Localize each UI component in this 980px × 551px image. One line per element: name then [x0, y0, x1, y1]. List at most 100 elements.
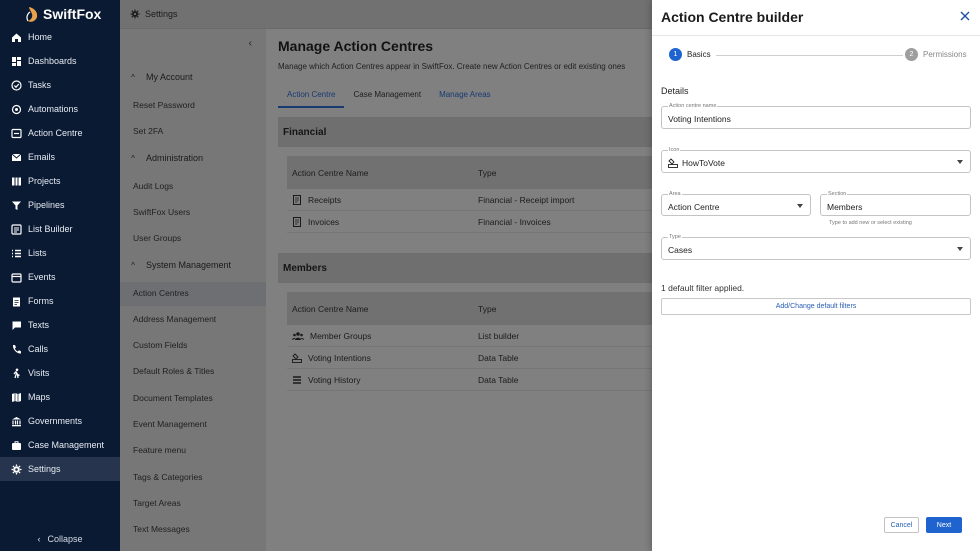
financial-table: Action Centre Name Type Receipts Financi…	[287, 156, 652, 233]
logo[interactable]: SwiftFox	[26, 4, 101, 24]
section-header-financial: Financial	[278, 117, 652, 147]
sidebar-item-label: Case Management	[28, 440, 105, 450]
map-icon	[11, 392, 22, 403]
add-change-filters-button[interactable]: Add/Change default filters	[661, 298, 971, 315]
collapse-button[interactable]: ‹ Collapse	[0, 534, 120, 544]
row-type: Financial - Invoices	[478, 216, 551, 227]
sidebar-item-pipelines[interactable]: Pipelines	[0, 193, 120, 217]
menu-item-action-centres[interactable]: Action Centres	[133, 288, 189, 298]
icon-select[interactable]: Icon HowToVote	[661, 147, 971, 173]
menu-item-user-groups[interactable]: User Groups	[133, 233, 181, 243]
menu-item-set-2fa[interactable]: Set 2FA	[133, 126, 163, 136]
section-input[interactable]: Section Members	[820, 191, 971, 216]
group-header-my-account[interactable]: ^ My Account	[120, 66, 266, 88]
automation-icon	[11, 104, 22, 115]
step-label: Basics	[687, 50, 711, 59]
group-header-system-management[interactable]: ^ System Management	[120, 254, 266, 276]
list-builder-icon	[11, 223, 22, 235]
sidebar-item-action-centre[interactable]: Action Centre	[0, 121, 120, 145]
table-row[interactable]: Member Groups List builder	[287, 325, 652, 347]
sidebar-item-lists[interactable]: Lists	[0, 241, 120, 265]
sidebar-item-maps[interactable]: Maps	[0, 385, 120, 409]
field-label: Action centre name	[668, 103, 718, 109]
home-icon	[11, 32, 22, 43]
caret-down-icon	[797, 204, 803, 208]
action-centre-icon	[11, 128, 22, 139]
action-centre-name-field[interactable]: Action centre name Voting Intentions	[661, 103, 971, 129]
bank-icon	[11, 416, 22, 427]
menu-item-target-areas[interactable]: Target Areas	[133, 498, 181, 508]
members-table: Action Centre Name Type Member Groups Li…	[287, 292, 652, 391]
next-button[interactable]: Next	[926, 517, 962, 533]
step-number: 2	[905, 48, 918, 61]
chevron-left-icon[interactable]: ‹	[249, 38, 252, 49]
menu-item-audit-logs[interactable]: Audit Logs	[133, 181, 173, 191]
field-value: Voting Intentions	[668, 114, 731, 124]
column-header-type[interactable]: Type	[478, 304, 648, 314]
close-icon[interactable]	[959, 10, 973, 24]
column-header-name[interactable]: Action Centre Name	[287, 304, 478, 314]
sidebar-item-case-management[interactable]: Case Management	[0, 433, 120, 457]
menu-item-reset-password[interactable]: Reset Password	[133, 100, 195, 110]
sidebar-item-label: Dashboards	[28, 56, 77, 66]
table-row[interactable]: Invoices Financial - Invoices	[287, 211, 652, 233]
sidebar-item-settings[interactable]: Settings	[0, 457, 120, 481]
sidebar-item-list-builder[interactable]: List Builder	[0, 217, 120, 241]
table-row[interactable]: Voting History Data Table	[287, 369, 652, 391]
group-header-administration[interactable]: ^ Administration	[120, 147, 266, 169]
sidebar-item-projects[interactable]: Projects	[0, 169, 120, 193]
field-value: Members	[827, 202, 863, 212]
column-header-name[interactable]: Action Centre Name	[287, 168, 478, 178]
sidebar-item-visits[interactable]: Visits	[0, 361, 120, 385]
cancel-button[interactable]: Cancel	[884, 517, 919, 533]
action-centre-builder-drawer: Action Centre builder 1 Basics 2 Permiss…	[652, 0, 980, 551]
sidebar-item-automations[interactable]: Automations	[0, 97, 120, 121]
step-basics[interactable]: 1 Basics	[669, 48, 711, 61]
mail-icon	[11, 152, 22, 163]
table-header: Action Centre Name Type	[287, 292, 652, 325]
type-select[interactable]: Type Cases	[661, 234, 971, 260]
menu-item-address-management[interactable]: Address Management	[133, 314, 216, 324]
table-row[interactable]: Voting Intentions Data Table	[287, 347, 652, 369]
sidebar-item-label: Projects	[28, 176, 61, 186]
sidebar-item-tasks[interactable]: Tasks	[0, 73, 120, 97]
sidebar-item-emails[interactable]: Emails	[0, 145, 120, 169]
stepper-connector	[716, 55, 903, 56]
tab-case-management[interactable]: Case Management	[344, 86, 430, 108]
row-type: Financial - Receipt import	[478, 194, 575, 205]
sidebar-item-calls[interactable]: Calls	[0, 337, 120, 361]
chevron-up-icon: ^	[131, 153, 135, 163]
sidebar-item-texts[interactable]: Texts	[0, 313, 120, 337]
menu-item-event-management[interactable]: Event Management	[133, 419, 207, 429]
caret-down-icon	[957, 160, 963, 164]
tab-manage-areas[interactable]: Manage Areas	[430, 86, 500, 108]
menu-item-custom-fields[interactable]: Custom Fields	[133, 340, 187, 350]
menu-item-swiftfox-users[interactable]: SwiftFox Users	[133, 207, 190, 217]
ballot-icon	[292, 352, 302, 363]
menu-item-default-roles[interactable]: Default Roles & Titles	[133, 366, 214, 376]
field-label: Type	[668, 234, 682, 240]
table-row[interactable]: Receipts Financial - Receipt import	[287, 189, 652, 211]
menu-item-document-templates[interactable]: Document Templates	[133, 393, 213, 403]
sidebar-item-label: Action Centre	[28, 128, 83, 138]
sidebar-item-governments[interactable]: Governments	[0, 409, 120, 433]
column-header-type[interactable]: Type	[478, 168, 648, 178]
sidebar-item-events[interactable]: Events	[0, 265, 120, 289]
group-icon	[292, 331, 304, 341]
sidebar-item-label: Home	[28, 32, 53, 42]
area-select[interactable]: Area Action Centre	[661, 191, 811, 216]
sidebar-item-home[interactable]: Home	[0, 25, 120, 49]
menu-item-tags-categories[interactable]: Tags & Categories	[133, 472, 202, 482]
table-header: Action Centre Name Type	[287, 156, 652, 189]
sidebar-item-dashboards[interactable]: Dashboards	[0, 49, 120, 73]
sidebar-item-label: Automations	[28, 104, 79, 114]
check-circle-icon	[11, 79, 22, 91]
menu-item-feature-menu[interactable]: Feature menu	[133, 445, 186, 455]
tab-action-centre[interactable]: Action Centre	[278, 86, 345, 108]
menu-item-text-messages[interactable]: Text Messages	[133, 524, 190, 534]
sidebar-item-label: Tasks	[28, 80, 52, 90]
section-header-members: Members	[278, 253, 652, 283]
sidebar-item-forms[interactable]: Forms	[0, 289, 120, 313]
step-permissions[interactable]: 2 Permissions	[905, 48, 967, 61]
main-content: Manage Action Centres Manage which Actio…	[266, 29, 652, 551]
